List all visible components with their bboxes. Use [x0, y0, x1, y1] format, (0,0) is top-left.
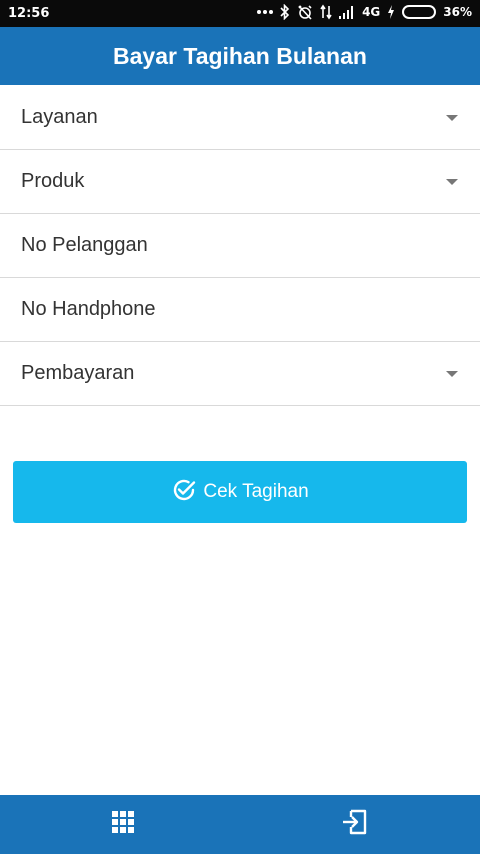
phone-number-placeholder: No Handphone — [21, 298, 156, 320]
charging-icon — [387, 5, 395, 19]
customer-number-input[interactable]: No Pelanggan — [0, 214, 480, 278]
payment-label: Pembayaran — [21, 362, 135, 384]
product-dropdown[interactable]: Produk — [0, 150, 480, 214]
page-title: Bayar Tagihan Bulanan — [113, 42, 367, 69]
customer-number-placeholder: No Pelanggan — [21, 234, 148, 256]
exit-icon — [342, 809, 368, 840]
bill-form: Layanan Produk No Pelanggan No Handphone… — [0, 86, 480, 406]
status-time: 12:56 — [8, 6, 50, 21]
exit-button[interactable] — [295, 795, 415, 854]
status-icons: 4G 36% — [257, 4, 472, 20]
dropdown-arrow-icon — [446, 115, 458, 121]
bluetooth-icon — [280, 4, 290, 20]
grid-menu-button[interactable] — [63, 795, 183, 854]
alarm-off-icon — [297, 4, 313, 20]
check-bill-button[interactable]: Cek Tagihan — [13, 461, 467, 523]
grid-menu-icon — [112, 811, 134, 838]
bottom-nav — [0, 795, 480, 854]
app-bar: Bayar Tagihan Bulanan — [0, 27, 480, 85]
more-notifications-icon — [257, 9, 274, 15]
signal-icon — [339, 5, 355, 19]
payment-dropdown[interactable]: Pembayaran — [0, 342, 480, 406]
service-dropdown[interactable]: Layanan — [0, 86, 480, 150]
service-label: Layanan — [21, 106, 98, 128]
dropdown-arrow-icon — [446, 371, 458, 377]
phone-number-input[interactable]: No Handphone — [0, 278, 480, 342]
battery-percent: 36% — [443, 5, 472, 19]
check-circle-icon — [171, 477, 197, 508]
check-bill-label: Cek Tagihan — [203, 481, 309, 502]
battery-icon — [402, 5, 437, 19]
data-transfer-icon — [320, 4, 332, 20]
network-type: 4G — [362, 5, 381, 19]
dropdown-arrow-icon — [446, 179, 458, 185]
status-bar: 12:56 4G 36% — [0, 0, 480, 27]
product-label: Produk — [21, 170, 85, 192]
